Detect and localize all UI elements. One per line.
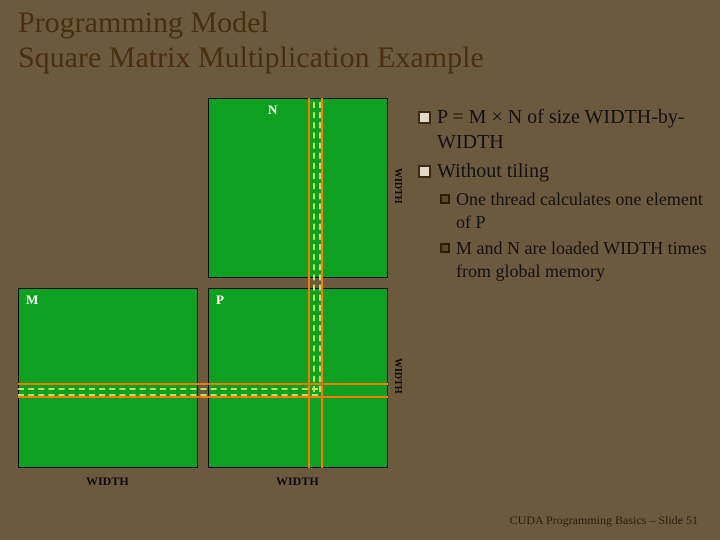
column-highlight-line xyxy=(321,98,323,468)
bullet-item: P = M × N of size WIDTH-by-WIDTH xyxy=(418,105,708,155)
row-highlight-line xyxy=(18,396,388,398)
sub-bullet-item: One thread calculates one element of P xyxy=(440,188,708,233)
matrix-p xyxy=(208,288,388,468)
column-highlight-line xyxy=(308,98,310,468)
matrix-m xyxy=(18,288,198,468)
width-label-bottom-m: WIDTH xyxy=(86,474,129,489)
width-label-side-p: WIDTH xyxy=(392,358,403,394)
row-dash-line xyxy=(18,394,318,396)
matrix-diagram: N M P WIDTH WIDTH WIDTH WIDTH xyxy=(8,98,408,508)
width-label-side-n: WIDTH xyxy=(392,168,403,204)
row-dash-line xyxy=(18,388,318,390)
column-dash-line xyxy=(313,102,315,392)
bullet-text: M and N are loaded WIDTH times from glob… xyxy=(456,237,708,282)
title-line-1: Programming Model xyxy=(18,6,484,41)
bullet-icon xyxy=(418,111,431,124)
bullet-text: Without tiling xyxy=(437,159,549,184)
slide-title: Programming Model Square Matrix Multipli… xyxy=(18,6,484,75)
matrix-label-p: P xyxy=(216,292,224,308)
title-line-2: Square Matrix Multiplication Example xyxy=(18,41,484,76)
column-dash-line xyxy=(319,102,321,392)
matrix-n xyxy=(208,98,388,278)
bullet-list: P = M × N of size WIDTH-by-WIDTH Without… xyxy=(418,105,708,286)
bullet-text: One thread calculates one element of P xyxy=(456,188,708,233)
row-highlight-line xyxy=(18,383,388,385)
bullet-text: P = M × N of size WIDTH-by-WIDTH xyxy=(437,105,708,155)
matrix-label-m: M xyxy=(26,292,38,308)
matrix-label-n: N xyxy=(268,102,277,118)
sub-bullet-item: M and N are loaded WIDTH times from glob… xyxy=(440,237,708,282)
width-label-bottom-p: WIDTH xyxy=(276,474,319,489)
bullet-icon xyxy=(440,243,450,253)
bullet-icon xyxy=(440,194,450,204)
slide-footer: CUDA Programming Basics – Slide 51 xyxy=(510,513,698,528)
bullet-item: Without tiling xyxy=(418,159,708,184)
bullet-icon xyxy=(418,165,431,178)
